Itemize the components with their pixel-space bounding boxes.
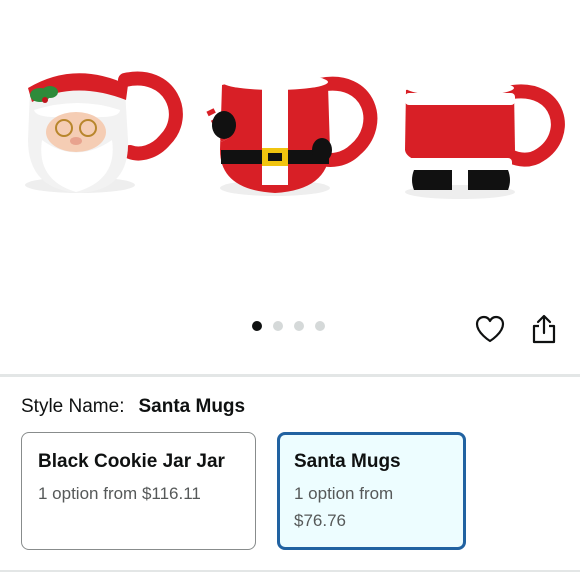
style-name-row: Style Name: Santa Mugs bbox=[21, 396, 245, 418]
heart-icon bbox=[475, 315, 505, 343]
share-button[interactable] bbox=[527, 312, 561, 346]
share-icon bbox=[532, 314, 556, 344]
option-price: 1 option from $116.11 bbox=[38, 484, 201, 503]
product-image-gallery[interactable] bbox=[0, 0, 580, 300]
option-price: 1 option from $76.76 bbox=[294, 484, 394, 530]
gallery-pagination[interactable] bbox=[252, 321, 325, 331]
style-name-label: Style Name: bbox=[21, 396, 125, 417]
style-option-black-cookie-jar[interactable]: Black Cookie Jar Jar 1 option from $116.… bbox=[21, 432, 256, 550]
section-divider bbox=[0, 570, 580, 572]
style-name-value: Santa Mugs bbox=[138, 396, 246, 417]
gallery-dot-4[interactable] bbox=[315, 321, 325, 331]
option-title: Santa Mugs bbox=[294, 451, 401, 472]
section-divider bbox=[0, 374, 580, 377]
santa-suit-mug bbox=[206, 74, 378, 196]
option-title: Black Cookie Jar Jar bbox=[38, 451, 225, 472]
gallery-dot-1[interactable] bbox=[252, 321, 262, 331]
santa-face-mug bbox=[25, 71, 183, 193]
gallery-dot-3[interactable] bbox=[294, 321, 304, 331]
wishlist-button[interactable] bbox=[473, 312, 507, 346]
product-image bbox=[25, 71, 565, 199]
style-option-santa-mugs[interactable]: Santa Mugs 1 option from $76.76 bbox=[277, 432, 466, 550]
santa-pants-mug bbox=[405, 80, 565, 199]
gallery-dot-2[interactable] bbox=[273, 321, 283, 331]
